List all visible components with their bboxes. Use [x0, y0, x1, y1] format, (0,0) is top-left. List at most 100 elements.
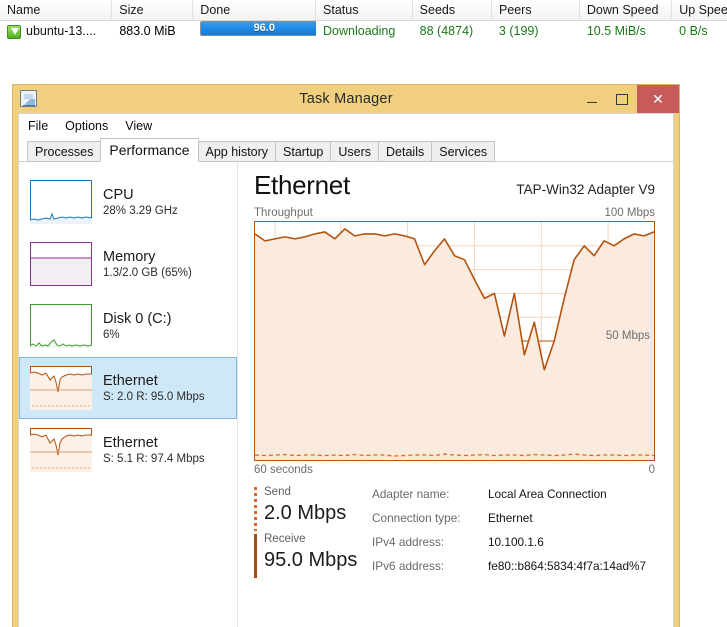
- tab-services[interactable]: Services: [431, 141, 496, 162]
- column-header-down-speed[interactable]: Down Speed: [580, 0, 673, 21]
- tab-users[interactable]: Users: [330, 141, 380, 162]
- cpu-sparkline-icon: [30, 180, 92, 224]
- disk-sparkline-icon: [30, 304, 92, 348]
- sidebar-item-label-ethernet-2: Ethernet: [103, 434, 158, 451]
- ipv6-address-key: IPv6 address:: [372, 559, 445, 573]
- torrent-peers-cell: 3 (199): [498, 24, 539, 38]
- menu-item-options[interactable]: Options: [65, 119, 108, 133]
- sidebar-item-disk[interactable]: Disk 0 (C:) 6%: [19, 295, 237, 357]
- throughput-chart: 50 Mbps: [254, 221, 655, 461]
- column-header-seeds[interactable]: Seeds: [413, 0, 492, 21]
- window-body: File Options View Processes Performance …: [18, 113, 674, 627]
- sidebar-item-label-cpu: CPU: [103, 186, 134, 203]
- task-manager-icon: [20, 90, 37, 107]
- chart-time-axis: 60 seconds 0: [254, 464, 655, 476]
- chart-time-end-label: 0: [648, 464, 655, 476]
- send-value: 2.0 Mbps: [264, 502, 347, 524]
- tab-details[interactable]: Details: [378, 141, 433, 162]
- sidebar-item-label-ethernet-1: Ethernet: [103, 372, 158, 389]
- ethernet-2-sparkline-icon: [30, 428, 92, 472]
- tab-performance[interactable]: Performance: [100, 138, 199, 162]
- sidebar-ethernet-1-text: Ethernet S: 2.0 R: 95.0 Mbps: [103, 372, 205, 405]
- adapter-info-grid: Adapter name: Local Area Connection Conn…: [372, 485, 646, 579]
- sidebar-disk-text: Disk 0 (C:) 6%: [103, 310, 171, 343]
- resource-sidebar: CPU 28% 3.29 GHz Memory 1.3/2.0 GB (65%)…: [19, 162, 238, 627]
- column-header-up-speed[interactable]: Up Speed: [672, 0, 727, 21]
- column-header-status[interactable]: Status: [316, 0, 413, 21]
- sidebar-item-ethernet-2[interactable]: Ethernet S: 5.1 R: 97.4 Mbps: [19, 419, 237, 481]
- sidebar-item-ethernet-1[interactable]: Ethernet S: 2.0 R: 95.0 Mbps: [19, 357, 237, 419]
- torrent-row[interactable]: ubuntu-13.... 883.0 MiB 96.0 Downloading…: [0, 21, 727, 42]
- sidebar-item-label-memory: Memory: [103, 248, 156, 265]
- tab-processes[interactable]: Processes: [27, 141, 102, 162]
- title-bar[interactable]: Task Manager ✕: [13, 85, 679, 113]
- column-header-name-label: Name: [7, 2, 41, 17]
- legend-column: Send 2.0 Mbps Receive 95.0 Mbps: [254, 485, 372, 579]
- throughput-chart-svg: [255, 222, 654, 460]
- window-controls: ✕: [577, 85, 679, 113]
- throughput-scale-row: Throughput 100 Mbps: [254, 207, 655, 219]
- ethernet-header: Ethernet TAP-Win32 Adapter V9: [254, 170, 655, 201]
- sidebar-item-memory[interactable]: Memory 1.3/2.0 GB (65%): [19, 233, 237, 295]
- torrent-down-speed-cell: 10.5 MiB/s: [586, 24, 646, 38]
- progress-bar-label: 96.0: [253, 22, 275, 34]
- chart-mid-scale-label: 50 Mbps: [605, 330, 650, 342]
- column-header-done[interactable]: Done: [193, 0, 317, 21]
- torrent-name-cell: ubuntu-13....: [0, 21, 112, 42]
- column-header-name[interactable]: Name: [0, 0, 113, 21]
- ipv4-address-value: 10.100.1.6: [488, 535, 544, 549]
- adapter-name-key: Adapter name:: [372, 487, 450, 501]
- adapter-model-label: TAP-Win32 Adapter V9: [516, 182, 655, 197]
- sidebar-item-detail-ethernet-2: S: 5.1 R: 97.4 Mbps: [103, 452, 205, 465]
- receive-value: 95.0 Mbps: [264, 549, 358, 571]
- task-manager-window: Task Manager ✕ File Options View Process…: [12, 84, 680, 627]
- menu-item-view[interactable]: View: [125, 119, 152, 133]
- chart-time-start-label: 60 seconds: [254, 464, 313, 476]
- torrent-status-cell: Downloading: [323, 24, 396, 38]
- progress-bar: 96.0: [200, 21, 317, 36]
- column-header-size[interactable]: Size: [112, 0, 194, 21]
- menu-bar: File Options View: [19, 114, 673, 138]
- torrent-name-label: ubuntu-13....: [26, 24, 97, 38]
- download-arrow-icon: [7, 24, 21, 39]
- sidebar-memory-text: Memory 1.3/2.0 GB (65%): [103, 248, 192, 281]
- torrent-seeds-cell: 88 (4874): [419, 24, 474, 38]
- send-label: Send: [264, 486, 291, 498]
- sidebar-item-label-disk: Disk 0 (C:): [103, 310, 172, 327]
- adapter-name-value: Local Area Connection: [488, 487, 607, 501]
- sidebar-item-detail-disk: 6%: [103, 328, 120, 341]
- page-title: Ethernet: [254, 170, 350, 200]
- ipv6-address-value: fe80::b864:5834:4f7a:14ad%7: [488, 559, 647, 573]
- tab-startup[interactable]: Startup: [275, 141, 332, 162]
- sidebar-ethernet-2-text: Ethernet S: 5.1 R: 97.4 Mbps: [103, 434, 205, 467]
- receive-legend-marker-icon: [254, 534, 257, 578]
- maximize-button[interactable]: [607, 85, 637, 113]
- minimize-button[interactable]: [577, 85, 607, 113]
- menu-item-file[interactable]: File: [28, 119, 48, 133]
- legend-send: Send 2.0 Mbps: [254, 485, 372, 531]
- ipv4-address-key: IPv4 address:: [372, 535, 445, 549]
- sidebar-item-detail-memory: 1.3/2.0 GB (65%): [103, 266, 192, 279]
- memory-sparkline-icon: [30, 242, 92, 286]
- throughput-label: Throughput: [254, 207, 313, 219]
- torrent-done-cell: 96.0: [193, 21, 317, 42]
- torrent-up-speed-cell: 0 B/s: [679, 24, 708, 38]
- legend-receive: Receive 95.0 Mbps: [254, 532, 372, 578]
- ethernet-1-sparkline-icon: [30, 366, 92, 410]
- torrent-list-header: Name Size Done Status Seeds Peers Down S…: [0, 0, 727, 21]
- performance-panel: CPU 28% 3.29 GHz Memory 1.3/2.0 GB (65%)…: [19, 162, 673, 627]
- send-legend-marker-icon: [254, 487, 257, 531]
- connection-type-value: Ethernet: [488, 511, 533, 525]
- receive-label: Receive: [264, 533, 306, 545]
- ethernet-detail-panel: Ethernet TAP-Win32 Adapter V9 Throughput…: [238, 162, 673, 627]
- close-button[interactable]: ✕: [637, 85, 679, 113]
- column-header-peers[interactable]: Peers: [492, 0, 580, 21]
- stats-row: Send 2.0 Mbps Receive 95.0 Mbps Adapter …: [254, 485, 655, 579]
- sidebar-item-detail-ethernet-1: S: 2.0 R: 95.0 Mbps: [103, 390, 205, 403]
- tab-bar: Processes Performance App history Startu…: [19, 138, 673, 162]
- scale-max-label: 100 Mbps: [604, 207, 655, 219]
- tab-app-history[interactable]: App history: [197, 141, 277, 162]
- sidebar-item-cpu[interactable]: CPU 28% 3.29 GHz: [19, 171, 237, 233]
- connection-type-key: Connection type:: [372, 511, 461, 525]
- sidebar-item-detail-cpu: 28% 3.29 GHz: [103, 204, 178, 217]
